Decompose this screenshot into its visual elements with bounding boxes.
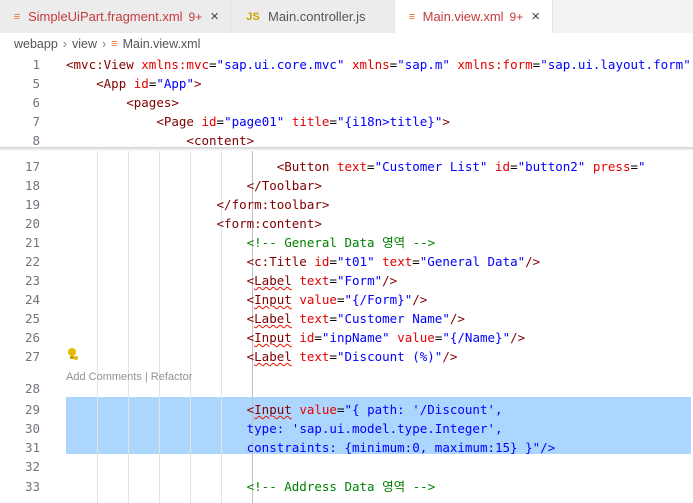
code-line[interactable]: <Input id="inpName" value="{/Name}"/> (66, 328, 526, 347)
code-line[interactable]: <form:content> (66, 214, 322, 233)
rss-icon: ≡ (111, 38, 118, 50)
code-line[interactable]: type: 'sap.ui.model.type.Integer', (66, 419, 503, 438)
code-line[interactable]: <mvc:View xmlns:mvc="sap.ui.core.mvc" xm… (66, 55, 691, 74)
code-line[interactable]: <Label text="Discount (%)"/> (66, 347, 458, 366)
tab-label: SimpleUiPart.fragment.xml (27, 9, 183, 24)
js-icon: JS (246, 10, 260, 23)
code-line[interactable]: <Input value="{/Form}"/> (66, 290, 428, 309)
codelens: Add Comments | Refactor (66, 370, 192, 384)
line-number: 6 (32, 95, 40, 110)
close-icon[interactable]: × (531, 8, 540, 25)
line-number: 5 (32, 76, 40, 91)
line-number: 22 (24, 254, 40, 269)
line-number: 17 (24, 159, 40, 174)
refactor-link[interactable]: Refactor (151, 371, 193, 383)
line-number: 20 (24, 216, 40, 231)
line-number: 29 (24, 402, 40, 417)
tab-main-view[interactable]: ≡ Main.view.xml 9+ × (395, 0, 553, 33)
line-number: 30 (24, 421, 40, 436)
close-icon[interactable]: × (210, 8, 219, 25)
breadcrumb-item-view[interactable]: view (72, 37, 97, 51)
code-line[interactable]: <App id="App"> (66, 74, 201, 93)
problem-count-badge: 9+ (188, 9, 203, 24)
breadcrumb-item-file[interactable]: Main.view.xml (123, 37, 201, 51)
line-number: 7 (32, 114, 40, 129)
lightbulb-icon[interactable] (66, 347, 78, 361)
line-number: 27 (24, 349, 40, 364)
line-number: 23 (24, 273, 40, 288)
code-line[interactable]: <!-- Address Data 영역 --> (66, 477, 436, 496)
code-editor[interactable]: 1 <mvc:View xmlns:mvc="sap.ui.core.mvc" x… (0, 55, 693, 503)
rss-icon: ≡ (408, 10, 416, 23)
code-line[interactable]: <Label text="Form"/> (66, 271, 398, 290)
line-number: 21 (24, 235, 40, 250)
sticky-scroll-shadow (0, 147, 693, 151)
tab-bar-empty-space (553, 0, 693, 33)
code-line[interactable]: <Page id="page01" title="{i18n>title}"> (66, 112, 450, 131)
tab-simpleuipart-fragment[interactable]: ≡ SimpleUiPart.fragment.xml 9+ × (0, 0, 232, 33)
line-number: 33 (24, 479, 40, 494)
line-number: 28 (24, 381, 40, 396)
tab-label: Main.view.xml (422, 9, 504, 24)
code-line[interactable]: <!-- General Data 영역 --> (66, 233, 436, 252)
code-line[interactable]: constraints: {minimum:0, maximum:15} }"/… (66, 438, 556, 457)
line-number: 18 (24, 178, 40, 193)
code-line[interactable]: <Input value="{ path: '/Discount', (66, 400, 503, 419)
code-line[interactable]: <Label text="Customer Name"/> (66, 309, 465, 328)
line-number: 19 (24, 197, 40, 212)
line-number: 26 (24, 330, 40, 345)
tab-label: Main.controller.js (268, 9, 366, 24)
code-line[interactable]: <pages> (66, 93, 179, 112)
add-comments-link[interactable]: Add Comments (66, 371, 142, 383)
line-number: 25 (24, 311, 40, 326)
code-line[interactable]: </Toolbar> (66, 176, 322, 195)
problem-count-badge: 9+ (509, 9, 524, 24)
line-number: 31 (24, 440, 40, 455)
breadcrumb-separator: › (101, 37, 107, 51)
code-line[interactable]: <Button text="Customer List" id="button2… (66, 157, 646, 176)
editor-tab-bar: ≡ SimpleUiPart.fragment.xml 9+ × JS Main… (0, 0, 693, 33)
tab-main-controller[interactable]: JS Main.controller.js (232, 0, 395, 33)
code-line[interactable]: </form:toolbar> (66, 195, 330, 214)
codelens-divider: | (141, 371, 151, 383)
breadcrumb-separator: › (62, 37, 67, 51)
line-number: 32 (24, 459, 40, 474)
line-number: 1 (32, 57, 40, 72)
rss-icon: ≡ (13, 10, 21, 23)
breadcrumb-item-webapp[interactable]: webapp (14, 37, 58, 51)
breadcrumb: webapp › view › ≡ Main.view.xml (0, 33, 693, 55)
code-line[interactable]: <c:Title id="t01" text="General Data"/> (66, 252, 541, 271)
line-number: 24 (24, 292, 40, 307)
